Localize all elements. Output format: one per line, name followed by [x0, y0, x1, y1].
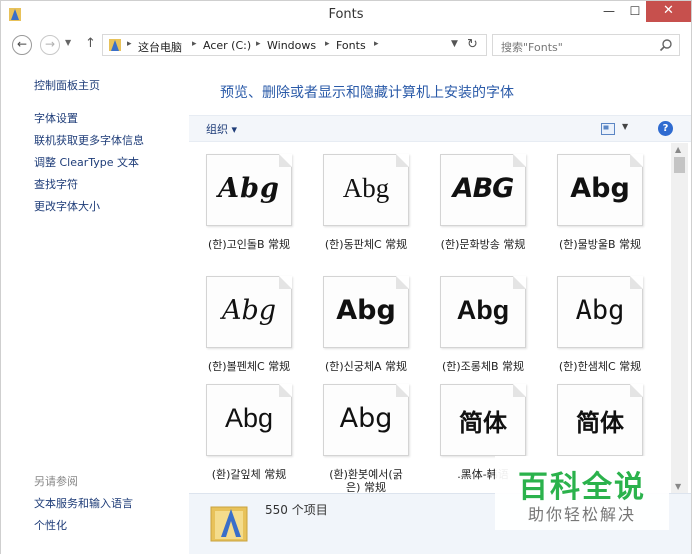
- font-settings-link[interactable]: 字体设置: [34, 110, 78, 126]
- search-placeholder: 搜索"Fonts": [501, 41, 563, 54]
- font-tile[interactable]: Abg (한)조롱체B 常规: [423, 265, 533, 381]
- font-sample: Abg: [221, 295, 277, 326]
- font-sample: ABG: [452, 173, 515, 204]
- get-more-fonts-online-link[interactable]: 联机获取更多字体信息: [34, 132, 144, 148]
- left-pane: 控制面板主页 字体设置 联机获取更多字体信息 调整 ClearType 文本 查…: [1, 60, 189, 554]
- navigation-bar: ← → ▼ ↑ ▸ 这台电脑 ▸ Acer (C:) ▸ Windows ▸ F…: [1, 28, 691, 60]
- font-tile[interactable]: Abg (한)신궁체A 常规: [306, 265, 416, 381]
- font-sample: Abg: [575, 295, 625, 326]
- font-sample: Abg: [336, 295, 396, 326]
- watermark-sub-text: 助你轻松解决: [527, 505, 636, 524]
- font-label: (한)한샘체C 常规: [558, 360, 642, 373]
- breadcrumb-fonts[interactable]: Fonts: [336, 39, 366, 52]
- text-services-link[interactable]: 文本服务和输入语言: [34, 495, 133, 511]
- organize-menu-button[interactable]: 组织 ▾: [206, 121, 237, 137]
- breadcrumb-drive-c[interactable]: Acer (C:): [203, 39, 251, 52]
- breadcrumb-separator-icon[interactable]: ▸: [374, 39, 379, 49]
- fonts-window: Fonts — ☐ ✕ ← → ▼ ↑ ▸ 这台电脑 ▸ Acer (C:) ▸…: [0, 0, 692, 554]
- main-pane: 预览、删除或者显示和隐藏计算机上安装的字体 组织 ▾ ▼ ? Abg (한)고인…: [189, 60, 691, 493]
- font-label: (한)신궁체A 常规: [324, 360, 408, 373]
- font-sample: 简体: [459, 409, 507, 437]
- font-file-icon: 简体: [440, 384, 526, 456]
- vertical-scrollbar[interactable]: ▲ ▼: [671, 143, 688, 493]
- search-input[interactable]: 搜索"Fonts": [492, 34, 680, 56]
- breadcrumb-separator-icon[interactable]: ▸: [127, 39, 132, 49]
- font-file-icon: Abg: [323, 276, 409, 348]
- breadcrumb-this-pc[interactable]: 这台电脑: [138, 39, 182, 55]
- font-file-icon: ABG: [440, 154, 526, 226]
- scroll-up-icon[interactable]: ▲: [675, 145, 681, 154]
- address-dropdown-icon[interactable]: ▼: [451, 39, 458, 49]
- window-title: Fonts: [328, 7, 364, 22]
- refresh-button[interactable]: ↻: [467, 37, 478, 52]
- title-bar: Fonts — ☐ ✕: [1, 1, 691, 28]
- font-file-icon: Abg: [323, 154, 409, 226]
- recent-locations-dropdown-icon[interactable]: ▼: [65, 38, 71, 47]
- font-tile[interactable]: ABG (한)문화방송 常规: [423, 143, 533, 259]
- font-tile[interactable]: Abg (한)볼펜체C 常规: [189, 265, 299, 381]
- font-label: (한)물방울B 常规: [558, 238, 642, 251]
- find-character-link[interactable]: 查找字符: [34, 176, 78, 192]
- breadcrumb-windows[interactable]: Windows: [267, 39, 316, 52]
- watermark-logo: 百科全说 助你轻松解决: [495, 456, 669, 530]
- page-title: 预览、删除或者显示和隐藏计算机上安装的字体: [220, 85, 514, 101]
- font-tile[interactable]: Abg (한)물방울B 常规: [540, 143, 650, 259]
- maximize-button[interactable]: ☐: [623, 1, 647, 22]
- font-sample: Abg: [218, 173, 280, 204]
- font-tile[interactable]: Abg (한)고인돌B 常规: [189, 143, 299, 259]
- font-label: (한)볼펜체C 常规: [207, 360, 291, 373]
- item-count: 550 个项目: [265, 503, 328, 517]
- close-button[interactable]: ✕: [646, 1, 691, 22]
- help-icon[interactable]: ?: [658, 121, 673, 136]
- font-label: (한)문화방송 常规: [440, 238, 526, 251]
- font-tile[interactable]: Abg (한)한샘체C 常规: [540, 265, 650, 381]
- font-file-icon: Abg: [206, 276, 292, 348]
- font-file-icon: 简体: [557, 384, 643, 456]
- scroll-thumb[interactable]: [674, 157, 685, 173]
- up-button[interactable]: ↑: [85, 36, 96, 51]
- font-label: (한)조롱체B 常规: [441, 360, 525, 373]
- fonts-folder-large-icon: [210, 506, 248, 542]
- change-view-icon[interactable]: [601, 123, 615, 135]
- breadcrumb-separator-icon[interactable]: ▸: [325, 39, 330, 49]
- font-label: (한)고인돌B 常规: [207, 238, 291, 251]
- font-sample: 简体: [576, 409, 624, 437]
- watermark-main-text: 百科全说: [518, 470, 646, 505]
- font-file-icon: Abg: [557, 276, 643, 348]
- font-file-icon: Abg: [206, 384, 292, 456]
- font-sample: Abg: [342, 173, 390, 203]
- fonts-folder-icon: [109, 39, 121, 51]
- forward-button[interactable]: →: [40, 35, 60, 55]
- font-tile[interactable]: Abg (한)동판체C 常规: [306, 143, 416, 259]
- font-tile[interactable]: Abg (환)갈잎체 常规: [189, 373, 299, 489]
- see-also-heading: 另请参阅: [34, 475, 78, 488]
- control-panel-home-link[interactable]: 控制面板主页: [34, 77, 100, 93]
- font-file-icon: Abg: [323, 384, 409, 456]
- font-label: (한)동판체C 常规: [324, 238, 408, 251]
- font-file-icon: Abg: [440, 276, 526, 348]
- font-label: (환)환봇예서(굵은) 常规: [329, 468, 403, 493]
- personalization-link[interactable]: 个性化: [34, 517, 67, 533]
- breadcrumb-separator-icon[interactable]: ▸: [256, 39, 261, 49]
- font-file-icon: Abg: [206, 154, 292, 226]
- minimize-button[interactable]: —: [597, 1, 621, 22]
- change-font-size-link[interactable]: 更改字体大小: [34, 198, 100, 214]
- font-sample: Abg: [456, 295, 510, 325]
- font-label: (환)갈잎체 常规: [211, 468, 287, 481]
- font-sample: Abg: [224, 403, 274, 433]
- scroll-down-icon[interactable]: ▼: [675, 482, 681, 491]
- font-tile[interactable]: Abg (환)환봇예서(굵은) 常规: [306, 373, 416, 493]
- font-grid: Abg (한)고인돌B 常规 Abg (한)동판체C 常规 ABG (한)문화방…: [189, 143, 671, 493]
- breadcrumb-separator-icon[interactable]: ▸: [192, 39, 197, 49]
- command-bar: 组织 ▾ ▼ ?: [189, 115, 691, 142]
- font-file-icon: Abg: [557, 154, 643, 226]
- address-bar[interactable]: ▸ 这台电脑 ▸ Acer (C:) ▸ Windows ▸ Fonts ▸ ▼…: [102, 34, 487, 56]
- view-options-dropdown-icon[interactable]: ▼: [622, 122, 628, 131]
- adjust-cleartype-link[interactable]: 调整 ClearType 文本: [34, 154, 139, 170]
- back-button[interactable]: ←: [12, 35, 32, 55]
- font-sample: Abg: [570, 173, 630, 204]
- search-icon[interactable]: [659, 38, 673, 52]
- font-sample: Abg: [339, 403, 393, 434]
